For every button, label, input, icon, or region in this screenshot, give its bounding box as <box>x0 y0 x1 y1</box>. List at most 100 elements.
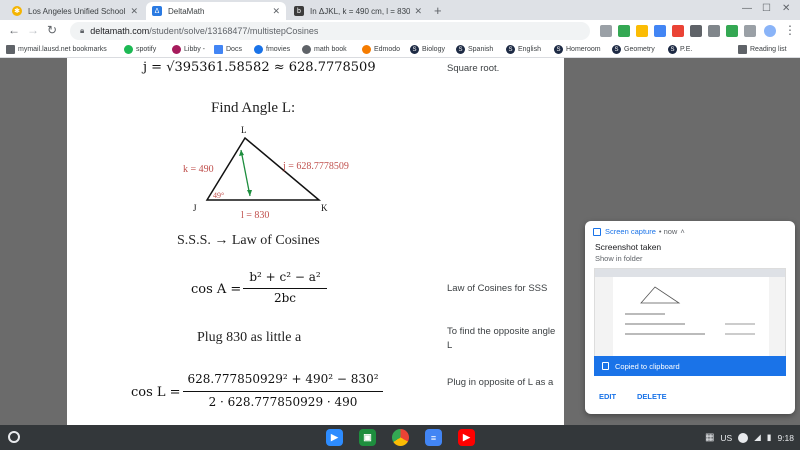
browser-toolbar: ← → ↻ 🔒︎ deltamath.com/student/solve/131… <box>0 20 800 42</box>
angle-arrow <box>240 149 251 197</box>
plug-note: To find the opposite angle L <box>447 326 556 351</box>
bookmark-item[interactable]: S Spanish <box>456 45 493 54</box>
bookmark-label: Docs <box>226 46 242 53</box>
bookmark-item[interactable]: S Homeroom <box>554 45 601 54</box>
cosL-denominator: 2 · 628.777850929 · 490 <box>208 395 358 409</box>
tab-label: In ΔJKL, k = 490 cm, l = 830 cm <box>310 6 411 16</box>
close-window-icon[interactable]: ✕ <box>782 3 790 14</box>
cosL-note: Plug in opposite of L as a <box>447 377 554 388</box>
deltamath-icon: Δ <box>152 6 162 16</box>
url-host: deltamath.com <box>90 26 150 36</box>
extension-icon[interactable] <box>618 25 630 37</box>
schoology-icon: S <box>410 45 419 54</box>
bookmark-item[interactable]: Libby - <box>172 45 205 54</box>
maximize-icon[interactable]: ☐ <box>762 3 771 14</box>
extension-icon[interactable] <box>654 25 666 37</box>
extension-icon[interactable] <box>726 25 738 37</box>
notification-app: Screen capture <box>605 227 656 236</box>
side-label: j = 628.7778509 <box>282 161 349 172</box>
bookmarks-bar: mymail.lausd.net bookmarks spotify Libby… <box>0 42 800 58</box>
bookmark-item[interactable]: S English <box>506 45 541 54</box>
formula-lhs: cos A = <box>191 282 242 297</box>
screenshot-thumbnail[interactable] <box>594 268 786 363</box>
bookmark-item[interactable]: math book <box>302 45 347 54</box>
status-tray[interactable]: ▦ US ◢ ▮ 9:18 <box>705 430 794 445</box>
bookmark-item[interactable]: S Biology <box>410 45 445 54</box>
tab-deltamath[interactable]: Δ DeltaMath ✕ <box>146 2 286 20</box>
vertex-label: L <box>241 125 247 135</box>
close-icon[interactable]: ✕ <box>130 6 138 17</box>
back-icon[interactable]: ← <box>8 23 20 37</box>
tab-brainly[interactable]: b In ΔJKL, k = 490 cm, l = 830 cm ✕ <box>288 2 428 20</box>
puzzle-icon[interactable] <box>744 25 756 37</box>
thumb-line <box>725 323 755 325</box>
fraction-bar <box>183 391 383 392</box>
profile-avatar[interactable] <box>764 25 776 37</box>
docs-icon <box>214 45 223 54</box>
youtube-icon[interactable]: ▶ <box>458 429 475 446</box>
sqrt-note: Square root. <box>447 63 500 74</box>
extension-icon[interactable] <box>690 25 702 37</box>
chrome-icon[interactable] <box>392 429 409 446</box>
copied-banner: Copied to clipboard <box>594 356 786 376</box>
copied-text: Copied to clipboard <box>615 361 680 371</box>
classroom-icon[interactable]: ▣ <box>359 429 376 446</box>
schoology-icon: S <box>612 45 621 54</box>
bookmark-item[interactable]: S P.E. <box>668 45 692 54</box>
arrow-head-top <box>239 150 244 156</box>
zoom-icon[interactable]: ▶ <box>326 429 343 446</box>
extension-icon[interactable] <box>600 25 612 37</box>
close-icon[interactable]: ✕ <box>272 6 280 17</box>
tab-strip: ✱ Los Angeles Unified School Distr ✕ Δ D… <box>0 0 800 20</box>
schoology-icon: S <box>668 45 677 54</box>
bookmark-label: math book <box>314 46 347 53</box>
bookmark-item[interactable]: Reading list <box>738 45 787 54</box>
close-icon[interactable]: ✕ <box>414 6 422 17</box>
thumb-line <box>625 323 685 325</box>
delete-button[interactable]: DELETE <box>637 392 667 401</box>
schoology-icon: S <box>506 45 515 54</box>
solution-page: j = √395361.58582 ≈ 628.7778509 Square r… <box>67 58 564 425</box>
bookmark-label: fmovies <box>266 46 291 53</box>
cosL-lhs: cos L = <box>131 385 181 400</box>
extension-icon[interactable] <box>672 25 684 37</box>
chevron-up-icon[interactable]: ˄ <box>680 227 684 236</box>
extension-icon[interactable] <box>636 25 648 37</box>
bookmark-item[interactable]: fmovies <box>254 45 290 54</box>
bookmark-label: Spanish <box>468 46 494 53</box>
bookmark-item[interactable]: Docs <box>214 45 242 54</box>
wifi-icon: ◢ <box>754 432 761 442</box>
docs-icon[interactable]: ≡ <box>425 429 442 446</box>
tab-lausd[interactable]: ✱ Los Angeles Unified School Distr ✕ <box>6 2 144 20</box>
new-tab-button[interactable]: + <box>434 3 442 18</box>
cosL-numerator: 628.777850929² + 490² − 830² <box>187 372 379 386</box>
launcher-icon[interactable] <box>8 431 20 443</box>
extension-icon[interactable] <box>708 25 720 37</box>
notification-header: Screen capture • now ˄ <box>593 227 685 236</box>
schoology-icon: S <box>554 45 563 54</box>
address-bar[interactable]: 🔒︎ deltamath.com/student/solve/13168477/… <box>70 22 590 40</box>
bookmark-item[interactable]: S Geometry <box>612 45 655 54</box>
fraction-bar <box>243 288 327 289</box>
find-angle-heading: Find Angle L: <box>211 100 296 116</box>
reading-list-icon <box>738 45 747 54</box>
clock: 9:18 <box>777 432 794 443</box>
screen-capture-icon <box>593 227 601 236</box>
bookmark-item[interactable]: spotify <box>124 45 156 54</box>
thumb-triangle <box>640 286 681 304</box>
book-icon <box>302 45 311 54</box>
show-in-folder-link[interactable]: Show in folder <box>595 254 643 263</box>
bookmark-label: Biology <box>422 46 445 53</box>
side-label: l = 830 <box>241 210 269 221</box>
bookmark-item[interactable]: Edmodo <box>362 45 400 54</box>
menu-icon[interactable]: ⋮ <box>784 23 796 37</box>
edit-button[interactable]: EDIT <box>599 392 616 401</box>
forward-icon[interactable]: → <box>27 23 39 37</box>
spotify-icon <box>124 45 133 54</box>
reload-icon[interactable]: ↻ <box>47 23 57 37</box>
chromeos-shelf: ▶ ▣ ≡ ▶ ▦ US ◢ ▮ 9:18 <box>0 425 800 450</box>
apps-icon <box>6 45 15 54</box>
bookmark-item[interactable]: mymail.lausd.net bookmarks <box>6 45 107 54</box>
minimize-icon[interactable]: — <box>742 3 752 14</box>
bookmark-label: Homeroom <box>566 46 601 53</box>
